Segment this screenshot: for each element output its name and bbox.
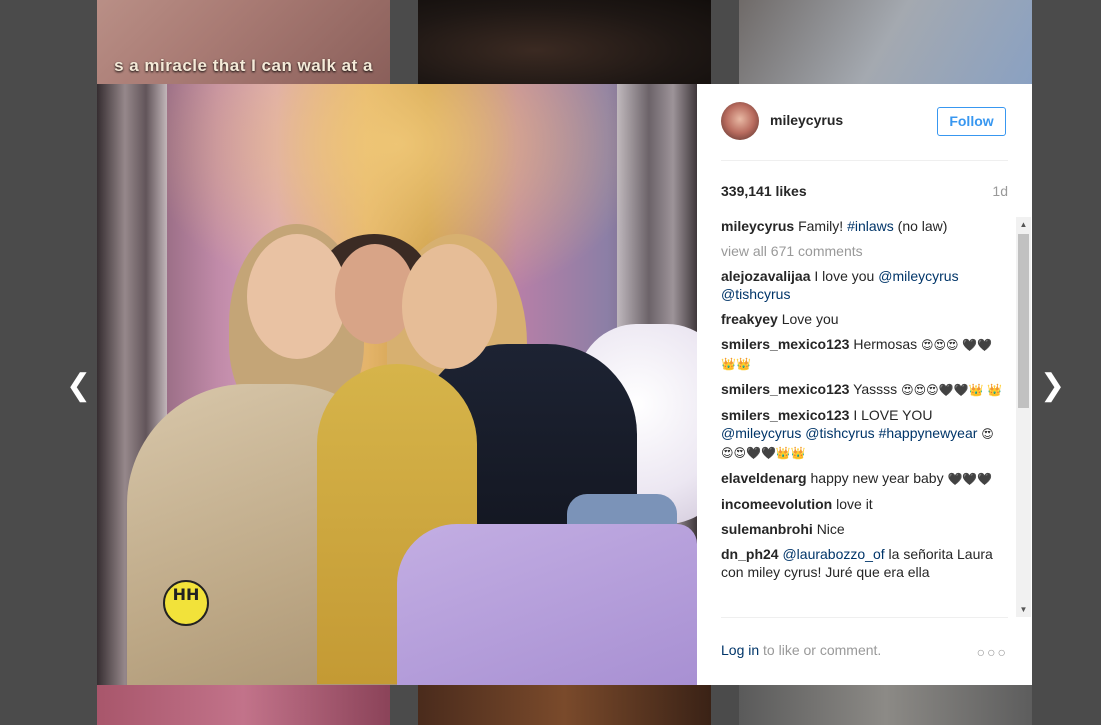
comment-item: sulemanbrohi Nice — [721, 520, 1006, 538]
grid-thumbnail-bottom-middle[interactable] — [418, 685, 711, 725]
comment-item: smilers_mexico123 I LOVE YOU @mileycyrus… — [721, 406, 1006, 462]
comment-text: Nice — [816, 521, 845, 537]
comment-text: Yassss — [853, 381, 902, 397]
chevron-left-icon[interactable]: ❮ — [66, 369, 91, 403]
comment-item: smilers_mexico123 Hermosas 😍😍😍 🖤🖤👑👑 — [721, 335, 1006, 373]
mention-link[interactable]: @tishcyrus #happynewyear — [805, 425, 977, 441]
comment-text: love it — [836, 496, 873, 512]
hashtag-link[interactable]: #inlaws — [847, 218, 894, 234]
comment-item: alejozavalijaa I love you @mileycyrus @t… — [721, 267, 1006, 303]
mention-link[interactable]: @tishcyrus — [721, 286, 790, 302]
scroll-up-arrow-icon[interactable]: ▲ — [1016, 217, 1031, 232]
comment-username[interactable]: smilers_mexico123 — [721, 336, 849, 352]
comment-item: elaveldenarg happy new year baby 🖤🖤🖤 — [721, 469, 1006, 488]
scroll-thumb[interactable] — [1018, 234, 1029, 408]
caption: mileycyrus Family! #inlaws (no law) — [721, 217, 1006, 235]
comment-username[interactable]: sulemanbrohi — [721, 521, 813, 537]
more-options-icon[interactable]: ○○○ — [977, 644, 1008, 660]
mention-link[interactable]: @mileycyrus — [878, 268, 958, 284]
post-time[interactable]: 1d — [992, 183, 1008, 199]
view-all-comments-link[interactable]: view all 671 comments — [721, 242, 1006, 260]
post-side-panel: mileycyrus Follow 339,141 likes 1d miley… — [697, 84, 1032, 685]
emoji-text: 🖤🖤🖤 — [947, 472, 993, 486]
comment-username[interactable]: smilers_mexico123 — [721, 407, 849, 423]
badge-text: HH — [172, 585, 200, 604]
comment-text: Love you — [781, 311, 839, 327]
username-link[interactable]: mileycyrus — [770, 112, 843, 128]
comment-text: Hermosas — [853, 336, 922, 352]
grid-thumbnail-top-left[interactable]: s a miracle that I can walk at a — [97, 0, 390, 84]
comments-scrollbar[interactable]: ▲ ▼ — [1016, 217, 1031, 617]
comment-text: happy new year baby — [810, 470, 948, 486]
comment-text: I love you — [814, 268, 879, 284]
smiley-badge-icon: HH — [163, 580, 209, 626]
avatar[interactable] — [721, 102, 759, 140]
follow-button[interactable]: Follow — [937, 107, 1006, 136]
purple-blanket — [397, 524, 697, 685]
person-face — [402, 244, 497, 369]
comment-username[interactable]: mileycyrus — [721, 218, 794, 234]
comment-username[interactable]: smilers_mexico123 — [721, 381, 849, 397]
comment-item: smilers_mexico123 Yassss 😍😍😍🖤🖤👑 👑 — [721, 380, 1006, 399]
person-face — [247, 234, 347, 359]
comment-username[interactable]: dn_ph24 — [721, 546, 779, 562]
emoji-text: 😍😍😍🖤🖤👑 👑 — [901, 383, 1003, 397]
thumbnail-caption: s a miracle that I can walk at a — [114, 56, 373, 75]
comment-username[interactable]: alejozavalijaa — [721, 268, 811, 284]
grid-thumbnail-bottom-right[interactable] — [739, 685, 1032, 725]
login-prompt-text: to like or comment. — [759, 642, 882, 658]
mention-link[interactable]: @mileycyrus — [721, 425, 801, 441]
login-prompt: Log in to like or comment. — [721, 642, 881, 658]
post-footer: Log in to like or comment. ○○○ — [721, 617, 1008, 686]
comment-username[interactable]: freakyey — [721, 311, 778, 327]
grid-thumbnail-top-right[interactable] — [739, 0, 1032, 84]
post-header: mileycyrus Follow — [721, 100, 1008, 161]
comment-item: incomeevolution love it — [721, 495, 1006, 513]
caption-text: Family! — [798, 218, 848, 234]
comment-username[interactable]: incomeevolution — [721, 496, 832, 512]
comment-item: dn_ph24 @laurabozzo_of la señorita Laura… — [721, 545, 1006, 581]
mention-link[interactable]: @laurabozzo_of — [782, 546, 884, 562]
scroll-down-arrow-icon[interactable]: ▼ — [1016, 602, 1031, 617]
caption-text-end: (no law) — [893, 218, 948, 234]
comment-item: freakyey Love you — [721, 310, 1006, 328]
likes-count[interactable]: 339,141 likes — [721, 183, 807, 199]
login-link[interactable]: Log in — [721, 642, 759, 658]
post-modal: HH mileycyrus Follow 339,141 likes 1d mi… — [97, 84, 1032, 685]
comment-username[interactable]: elaveldenarg — [721, 470, 807, 486]
post-photo: HH — [97, 84, 697, 685]
chevron-right-icon[interactable]: ❯ — [1040, 369, 1065, 403]
comments-list[interactable]: mileycyrus Family! #inlaws (no law) view… — [721, 217, 1006, 617]
comment-text: I LOVE YOU — [853, 407, 933, 423]
grid-thumbnail-bottom-left[interactable] — [97, 685, 390, 725]
grid-thumbnail-top-middle[interactable] — [418, 0, 711, 84]
